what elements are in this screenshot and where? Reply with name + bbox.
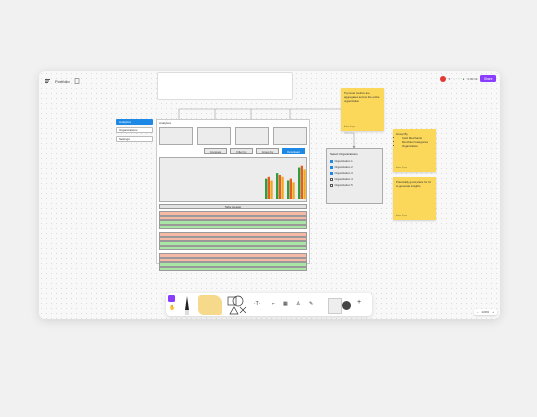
canvas-board[interactable]: Portfolio ▾ ◌ ◔ ● 0:00:19 Share Analytic… (39, 71, 500, 319)
more-tools-icon[interactable]: ✎ (309, 301, 313, 307)
checkbox[interactable] (330, 177, 333, 181)
compare-button[interactable]: Compare (204, 148, 227, 154)
bottom-toolbar: ✋ ·T· ⌐ ▦ ♙ ✎ + (166, 293, 372, 316)
sticky-text: Potentially good place for AI to generat… (396, 180, 431, 188)
checkbox-checked[interactable] (330, 165, 333, 169)
stamp-tool-icon[interactable]: ♙ (296, 301, 300, 307)
metric-card[interactable] (273, 127, 307, 145)
chart-bar (287, 180, 290, 199)
chart-area (159, 157, 307, 202)
template-thumbnail[interactable] (328, 298, 342, 314)
checkbox-checked[interactable] (330, 171, 333, 175)
organization-selector[interactable]: Select Organizations Organization 1 Orga… (326, 148, 383, 204)
zoom-control[interactable]: − 100% + (473, 309, 497, 315)
zoom-out-icon[interactable]: − (477, 310, 479, 314)
chart-bar (289, 178, 292, 199)
sticky-note[interactable]: Potentially good place for AI to generat… (393, 177, 436, 220)
chart-bar (303, 169, 306, 199)
panel-title: Analytics (159, 121, 172, 125)
chart-bar (270, 180, 273, 199)
org-option[interactable]: Organization 4 (330, 177, 353, 181)
org-option[interactable]: Organization 5 (330, 183, 353, 187)
checkbox[interactable] (330, 183, 333, 187)
zoom-level: 100% (481, 310, 490, 314)
text-tool-icon[interactable]: ·T· (254, 301, 260, 307)
group-button[interactable]: Group by (256, 148, 279, 154)
org-option[interactable]: Organization 1 (330, 159, 353, 163)
widget-icon[interactable] (342, 301, 351, 310)
org-panel-title: Select Organizations (330, 152, 358, 156)
table-row[interactable] (159, 245, 307, 250)
analytics-panel[interactable]: Analytics Compare Filter by Group by Dow… (156, 119, 310, 271)
table-tool-icon[interactable]: ▦ (283, 301, 288, 307)
metric-card[interactable] (197, 127, 231, 145)
table-header: Table Header (159, 204, 307, 209)
chart-bar (298, 167, 301, 199)
chart-bar (265, 178, 268, 199)
chart-bar (281, 176, 284, 199)
sticky-author: Adam Sugar (396, 215, 408, 217)
select-tool-icon[interactable] (168, 295, 175, 302)
org-option[interactable]: Organization 2 (330, 165, 353, 169)
checkbox-checked[interactable] (330, 159, 333, 163)
chart-bar (278, 174, 281, 199)
frame-tool-icon[interactable]: ⌐ (272, 301, 275, 307)
sticky-author: Adam Sugar (344, 126, 356, 128)
sticky-note[interactable]: Group By Card Merchants Merchant Categor… (393, 129, 436, 172)
hand-tool-icon[interactable]: ✋ (169, 305, 175, 311)
zoom-in-icon[interactable]: + (492, 310, 494, 314)
table-row[interactable] (159, 224, 307, 229)
download-button[interactable]: Download (282, 148, 305, 154)
sticky-author: Adam Sugar (396, 167, 408, 169)
metric-card[interactable] (235, 127, 269, 145)
chart-bar (267, 176, 270, 199)
sticky-note-tool-icon[interactable] (198, 295, 222, 315)
bar-chart (265, 165, 306, 199)
add-icon[interactable]: + (357, 299, 361, 306)
sticky-list: Card Merchants Merchant Categories Organ… (396, 136, 433, 148)
shapes-tool-icon[interactable] (226, 295, 248, 315)
filter-button[interactable]: Filter by (230, 148, 253, 154)
chart-bar (300, 165, 303, 199)
metric-card[interactable] (159, 127, 193, 145)
pen-tool-icon[interactable] (182, 294, 192, 316)
chart-bar (292, 182, 295, 199)
sticky-note[interactable]: Top level metrics are aggregates across … (341, 88, 384, 131)
table-row[interactable] (159, 266, 307, 271)
sticky-text: Top level metrics are aggregates across … (344, 91, 380, 103)
org-option[interactable]: Organization 3 (330, 171, 353, 175)
chart-bar (276, 173, 279, 199)
